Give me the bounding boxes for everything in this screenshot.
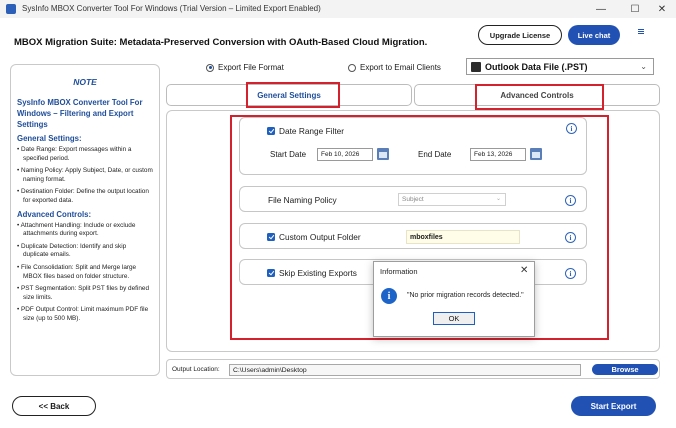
title-bar: SysInfo MBOX Converter Tool For Windows … xyxy=(0,0,676,18)
hamburger-icon[interactable] xyxy=(636,28,646,38)
note-title: SysInfo MBOX Converter Tool For Windows … xyxy=(17,98,143,129)
radio-selected-icon xyxy=(206,63,214,72)
ok-button[interactable]: OK xyxy=(433,312,475,325)
output-location-input[interactable]: C:\Users\admin\Desktop xyxy=(229,364,581,376)
back-button[interactable]: << Back xyxy=(12,396,96,416)
information-dialog: Information ✕ i "No prior migration reco… xyxy=(373,261,535,337)
info-icon[interactable]: i xyxy=(565,195,576,206)
output-location-label: Output Location: xyxy=(172,366,220,373)
start-export-button[interactable]: Start Export xyxy=(571,396,656,416)
calendar-icon[interactable] xyxy=(530,148,542,160)
note-list-item: • Naming Policy: Apply Subject, Date, or… xyxy=(17,167,153,183)
skip-existing-label: Skip Existing Exports xyxy=(279,268,357,278)
highlight-box xyxy=(246,82,340,108)
dialog-body: i "No prior migration records detected."… xyxy=(374,280,534,336)
note-list-item: • Date Range: Export messages within a s… xyxy=(17,146,132,162)
note-list-item: • File Consolidation: Split and Merge la… xyxy=(17,263,137,280)
skip-existing-checkbox[interactable]: Skip Existing Exports xyxy=(267,268,357,278)
information-icon: i xyxy=(381,288,397,304)
export-file-format-radio[interactable]: Export File Format xyxy=(206,63,284,72)
output-folder-checkbox[interactable]: Custom Output Folder xyxy=(267,232,361,242)
naming-policy-dropdown[interactable]: Subject ⌄ xyxy=(398,193,506,206)
checkbox-checked-icon xyxy=(267,269,275,277)
highlight-box xyxy=(475,84,604,110)
note-list-item: • Duplicate Detection: Identify and skip… xyxy=(17,242,127,259)
minimize-button[interactable]: — xyxy=(584,0,618,18)
window-title: SysInfo MBOX Converter Tool For Windows … xyxy=(22,4,321,13)
output-folder-input[interactable]: mboxfiles xyxy=(406,230,520,244)
export-email-clients-radio[interactable]: Export to Email Clients xyxy=(348,63,441,72)
end-date-label: End Date xyxy=(418,150,452,159)
app-icon xyxy=(6,4,16,14)
start-date-label: Start Date xyxy=(270,150,307,159)
advanced-controls-heading: Advanced Controls: xyxy=(17,209,92,219)
note-panel: NOTE SysInfo MBOX Converter Tool For Win… xyxy=(10,64,160,376)
info-icon[interactable]: i xyxy=(565,268,576,279)
note-list-item: • PDF Output Control: Limit maximum PDF … xyxy=(17,306,149,322)
format-dropdown[interactable]: Outlook Data File (.PST) ⌄ xyxy=(466,58,654,75)
calendar-icon[interactable] xyxy=(377,148,389,160)
live-chat-button[interactable]: Live chat xyxy=(568,25,620,45)
format-dropdown-value: Outlook Data File (.PST) xyxy=(485,61,588,72)
chevron-down-icon: ⌄ xyxy=(495,196,501,202)
end-date-input[interactable]: Feb 13, 2026 xyxy=(470,148,526,161)
date-range-checkbox[interactable]: Date Range Filter xyxy=(267,126,344,136)
date-range-label: Date Range Filter xyxy=(279,126,345,136)
browse-button[interactable]: Browse xyxy=(592,364,658,375)
naming-policy-value: Subject xyxy=(402,196,424,203)
dialog-message: "No prior migration records detected." xyxy=(407,292,524,299)
chevron-down-icon: ⌄ xyxy=(640,62,647,71)
note-list-item: • PST Segmentation: Split PST files by d… xyxy=(17,285,150,301)
date-range-group: Date Range Filter i Start Date Feb 10, 2… xyxy=(239,117,587,175)
radio-unselected-icon xyxy=(348,63,356,72)
dialog-close-icon[interactable]: ✕ xyxy=(520,265,528,276)
export-file-format-label: Export File Format xyxy=(218,63,284,72)
note-list-item: • Destination Folder: Define the output … xyxy=(17,188,149,204)
start-date-input[interactable]: Feb 10, 2026 xyxy=(317,148,373,161)
note-heading: NOTE xyxy=(73,77,97,87)
output-folder-group: Custom Output Folder mboxfiles i xyxy=(239,223,587,249)
output-location-bar: Output Location: C:\Users\admin\Desktop … xyxy=(166,359,660,379)
info-icon[interactable]: i xyxy=(565,232,576,243)
page-title: MBOX Migration Suite: Metadata-Preserved… xyxy=(14,37,428,48)
note-list-item: • Attachment Handling: Include or exclud… xyxy=(17,221,136,238)
info-icon[interactable]: i xyxy=(566,123,577,134)
naming-policy-group: File Naming Policy Subject ⌄ i xyxy=(239,186,587,212)
export-email-clients-label: Export to Email Clients xyxy=(360,63,441,72)
checkbox-checked-icon xyxy=(267,233,275,241)
upgrade-license-button[interactable]: Upgrade License xyxy=(478,25,562,45)
pst-file-icon xyxy=(471,61,481,72)
general-settings-heading: General Settings: xyxy=(17,134,82,143)
output-folder-label: Custom Output Folder xyxy=(279,232,361,242)
close-button[interactable]: ✕ xyxy=(645,0,676,18)
naming-policy-label: File Naming Policy xyxy=(268,195,337,205)
checkbox-checked-icon xyxy=(267,127,275,135)
dialog-title: Information xyxy=(380,267,418,276)
